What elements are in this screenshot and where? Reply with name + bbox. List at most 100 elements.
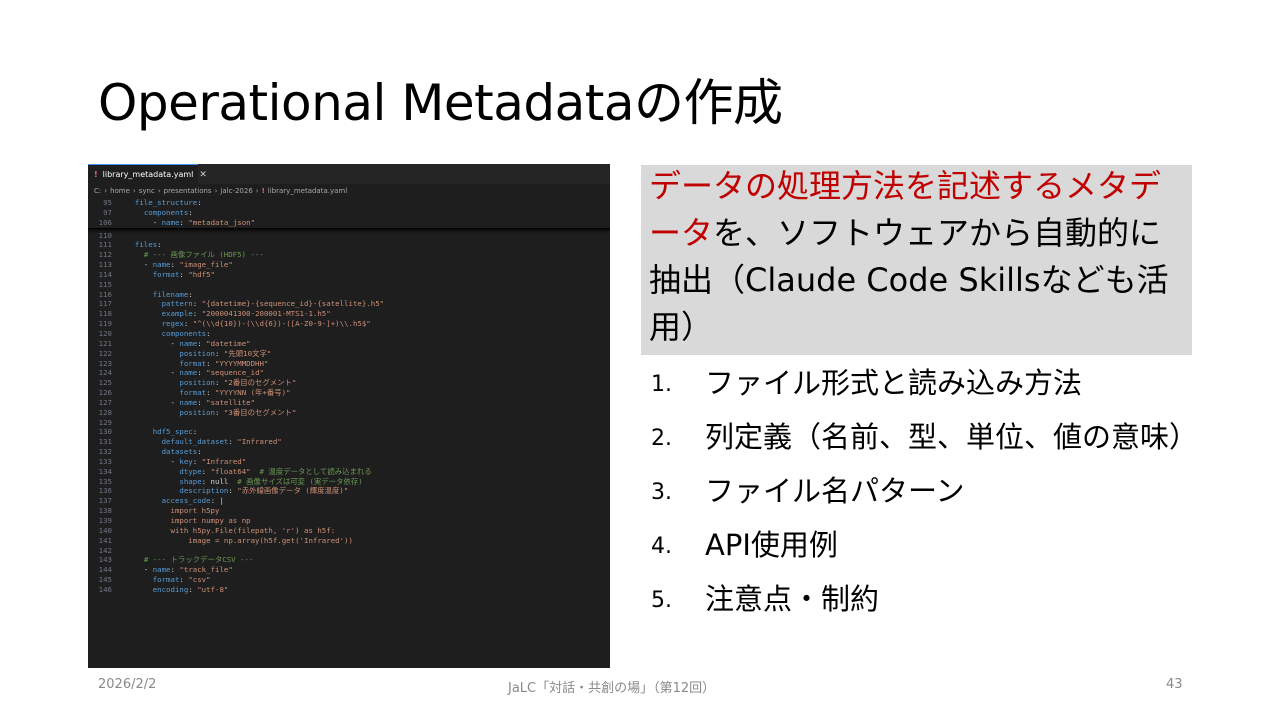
code-text: components: (143, 207, 193, 217)
code-text: file_structure: (134, 198, 202, 207)
list-item: 4. API使用例 (651, 524, 1191, 568)
code-line: 113 - name: "image_file" (88, 260, 610, 270)
code-text: - name: "satellite" (126, 397, 256, 407)
breadcrumb-item[interactable]: jalc-2026 (220, 187, 252, 195)
code-text: - name: "image_file" (126, 260, 233, 270)
line-number: 110 (98, 230, 112, 240)
line-number: 95 (103, 198, 112, 207)
list-number: 3. (651, 480, 672, 505)
line-number: 118 (98, 309, 112, 319)
code-text: format: "hdf5" (152, 269, 216, 279)
line-number: 121 (98, 338, 112, 348)
line-number: 141 (98, 535, 112, 545)
code-line: 106 - name: "metadata_json" (88, 218, 610, 228)
editor-tab-bar: ! library_metadata.yaml ✕ (88, 164, 610, 184)
highlight-box: データの処理方法を記述するメタデータを、ソフトウェアから自動的に抽出（Claud… (641, 165, 1192, 355)
code-line: 123 format: "YYYYMMDDHH" (88, 359, 610, 369)
code-text: description: "赤外線画像データ (輝度温度)" (179, 486, 349, 496)
code-text: - key: "Infrared" (126, 456, 247, 466)
chevron-right-icon: › (132, 187, 136, 195)
code-line: 140 with h5py.File(filepath, 'r') as h5f… (88, 526, 610, 536)
code-text: filename: (152, 289, 193, 299)
line-number: 106 (98, 217, 112, 227)
code-line: 119 regex: "^(\\d{10})-(\\d{6})-([A-Z0-9… (88, 319, 610, 329)
line-number: 113 (98, 260, 112, 270)
code-line: 144 - name: "track_file" (88, 565, 610, 575)
line-number: 122 (98, 348, 112, 358)
code-text: example: "2000041300-200001-MTS1-1.h5" (161, 309, 331, 319)
line-number: 138 (98, 506, 112, 516)
code-text: image = np.array(h5f.get('Infrared')) (126, 535, 353, 545)
code-text: datasets: (161, 447, 202, 457)
code-line: 131 default_dataset: "Infrared" (88, 437, 610, 447)
line-number: 144 (98, 565, 112, 575)
code-text: components: (161, 328, 211, 338)
code-text: access_code: | (161, 496, 224, 506)
list-text: 注意点・制約 (705, 582, 880, 616)
highlight-black-text: を、ソフトウェアから自動的に抽出（Claude Code Skillsなども活用… (649, 214, 1169, 346)
footer-date: 2026/2/2 (98, 677, 157, 692)
list-item: 3. ファイル名パターン (651, 470, 1191, 514)
code-line: 132 datasets: (88, 447, 610, 457)
close-icon[interactable]: ✕ (199, 170, 207, 180)
code-line: 125 position: "2番目のセグメント" (88, 378, 610, 388)
editor-tab[interactable]: ! library_metadata.yaml ✕ (88, 164, 207, 184)
code-text: # --- トラックデータCSV --- (143, 555, 254, 565)
chevron-right-icon: › (104, 187, 108, 195)
line-number: 111 (98, 240, 112, 250)
sticky-scroll-header: 95 file_structure: 97 components: 106 - na… (88, 198, 610, 229)
line-number: 132 (98, 447, 112, 457)
code-text: hdf5_spec: (152, 427, 198, 437)
line-number: 131 (98, 437, 112, 447)
list-number: 4. (651, 534, 672, 559)
breadcrumb-item[interactable]: home (110, 187, 130, 195)
breadcrumb-item[interactable]: sync (139, 187, 155, 195)
code-line: 133 - key: "Infrared" (88, 457, 610, 467)
highlight-text: データの処理方法を記述するメタデータを、ソフトウェアから自動的に抽出（Claud… (649, 163, 1192, 351)
code-line: 110 (88, 231, 610, 241)
breadcrumb-item[interactable]: C: (94, 187, 101, 195)
code-line: 145 format: "csv" (88, 575, 610, 585)
yaml-file-icon: ! (94, 170, 98, 179)
breadcrumb-item[interactable]: presentations (164, 187, 212, 195)
line-number: 116 (98, 289, 112, 299)
code-line: 117 pattern: "{datetime}-{sequence_id}-{… (88, 299, 610, 309)
code-line: 139 import numpy as np (88, 516, 610, 526)
line-number: 133 (98, 456, 112, 466)
chevron-right-icon: › (255, 187, 259, 195)
code-line: 137 access_code: | (88, 496, 610, 506)
code-text: format: "YYYYMMDDHH" (179, 358, 269, 368)
list-text: ファイル名パターン (705, 474, 965, 508)
line-number: 120 (98, 328, 112, 338)
code-line: 135 shape: null # 画像サイズは可変 (実データ依存) (88, 477, 610, 487)
code-text: files: (134, 240, 162, 250)
list-text: 列定義（名前、型、単位、値の意味） (705, 420, 1199, 454)
code-text: dtype: "float64" # 温度データとして読み込まれる (179, 466, 372, 476)
code-text: shape: null # 画像サイズは可変 (実データ依存) (179, 476, 363, 486)
code-text: with h5py.File(filepath, 'r') as h5f: (126, 525, 336, 535)
code-line: 126 format: "YYYYNN (年+番号)" (88, 388, 610, 398)
footer-title: JaLC「対話・共創の場」（第12回） (508, 681, 716, 696)
code-text: regex: "^(\\d{10})-(\\d{6})-([A-Z0-9-]+)… (161, 319, 371, 329)
line-number: 124 (98, 368, 112, 378)
line-number: 115 (98, 279, 112, 289)
line-number: 145 (98, 575, 112, 585)
code-text: - name: "track_file" (126, 565, 233, 575)
line-number: 114 (98, 269, 112, 279)
code-line: 138 import h5py (88, 506, 610, 516)
line-number: 146 (98, 584, 112, 594)
code-line: 141 image = np.array(h5f.get('Infrared')… (88, 536, 610, 546)
code-line: 127 - name: "satellite" (88, 398, 610, 408)
code-line: 111 files: (88, 240, 610, 250)
line-number: 127 (98, 397, 112, 407)
list-item: 5. 注意点・制約 (651, 578, 1191, 622)
code-line: 128 position: "3番目のセグメント" (88, 408, 610, 418)
code-line: 146 encoding: "utf-8" (88, 585, 610, 595)
page-number: 43 (1166, 677, 1183, 692)
breadcrumb-item[interactable]: library_metadata.yaml (268, 187, 347, 195)
code-text: position: "先頭10文字" (179, 348, 272, 358)
code-line: 118 example: "2000041300-200001-MTS1-1.h… (88, 309, 610, 319)
code-text: # --- 画像ファイル (HDF5) --- (143, 250, 264, 260)
line-number: 117 (98, 299, 112, 309)
line-number: 97 (103, 207, 112, 217)
